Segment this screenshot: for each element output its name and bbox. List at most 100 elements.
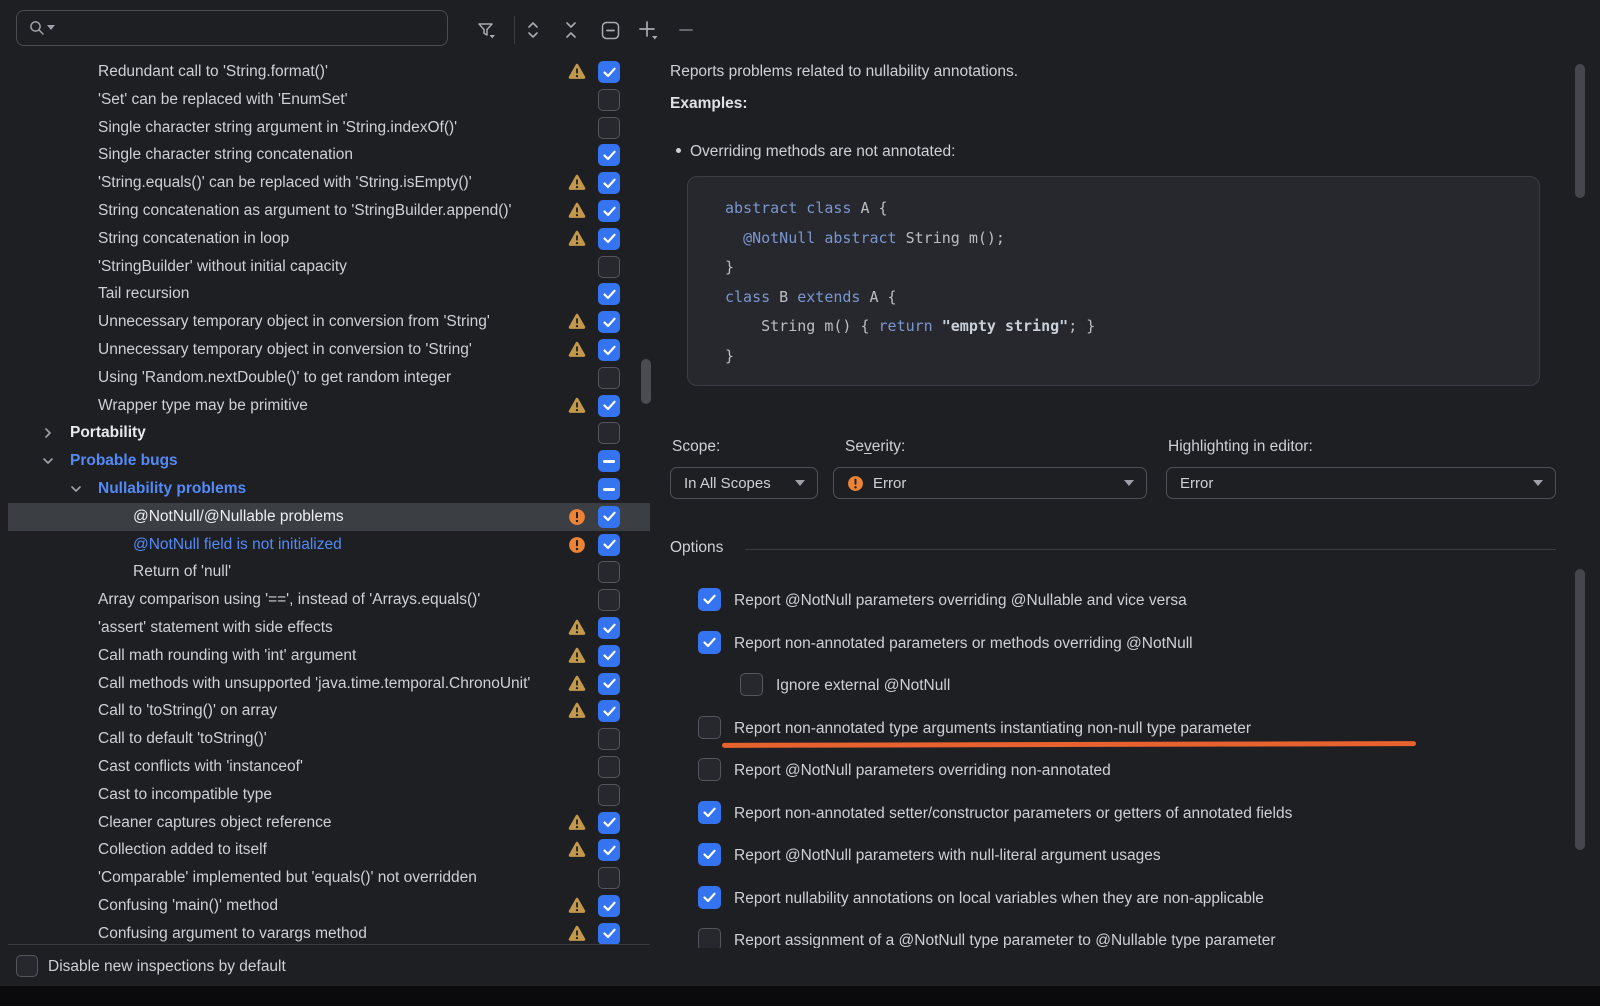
option-checkbox[interactable] xyxy=(698,928,721,948)
reset-checkbox-icon[interactable] xyxy=(595,16,625,44)
tree-row[interactable]: Array comparison using '==', instead of … xyxy=(8,586,650,614)
tree-row[interactable]: String concatenation in loop xyxy=(8,225,650,253)
description-scrollbar-thumb[interactable] xyxy=(1575,64,1585,198)
tree-row[interactable]: Call methods with unsupported 'java.time… xyxy=(8,670,650,698)
tree-row-checkbox[interactable] xyxy=(598,895,620,917)
tree-row[interactable]: Tail recursion xyxy=(8,280,650,308)
tree-row-checkbox[interactable] xyxy=(598,617,620,639)
tree-row-checkbox[interactable] xyxy=(598,700,620,722)
chevron-down-icon[interactable] xyxy=(42,455,54,467)
tree-row-checkbox[interactable] xyxy=(598,673,620,695)
tree-row[interactable]: Cleaner captures object reference xyxy=(8,809,650,837)
option-row[interactable]: Report @NotNull parameters overriding no… xyxy=(660,758,1590,782)
tree-row-checkbox[interactable] xyxy=(598,339,620,361)
chevron-down-icon[interactable] xyxy=(70,483,82,495)
option-row[interactable]: Ignore external @NotNull xyxy=(660,673,1590,697)
option-checkbox[interactable] xyxy=(740,673,763,696)
tree-row[interactable]: 'assert' statement with side effects xyxy=(8,614,650,642)
tree-row[interactable]: Call to default 'toString()' xyxy=(8,725,650,753)
filter-icon[interactable] xyxy=(471,16,501,44)
tree-row-checkbox[interactable] xyxy=(598,506,620,528)
tree-row-checkbox[interactable] xyxy=(598,283,620,305)
option-row[interactable]: Report non-annotated parameters or metho… xyxy=(660,631,1590,655)
tree-row-checkbox[interactable] xyxy=(598,172,620,194)
add-inspection-icon[interactable] xyxy=(633,16,663,44)
tree-row-checkbox[interactable] xyxy=(598,867,620,889)
scope-select[interactable]: In All Scopes xyxy=(670,467,818,499)
tree-row[interactable]: 'Set' can be replaced with 'EnumSet' xyxy=(8,86,650,114)
highlighting-select[interactable]: Error xyxy=(1166,467,1556,499)
tree-row[interactable]: 'StringBuilder' without initial capacity xyxy=(8,253,650,281)
tree-row-checkbox[interactable] xyxy=(598,144,620,166)
option-checkbox[interactable] xyxy=(698,758,721,781)
tree-row[interactable]: Return of 'null' xyxy=(8,558,650,586)
option-row[interactable]: Report assignment of a @NotNull type par… xyxy=(660,928,1590,948)
tree-row-checkbox[interactable] xyxy=(598,923,620,944)
tree-row-checkbox[interactable] xyxy=(598,728,620,750)
tree-row[interactable]: Unnecessary temporary object in conversi… xyxy=(8,308,650,336)
option-checkbox[interactable] xyxy=(698,886,721,909)
option-checkbox[interactable] xyxy=(698,801,721,824)
chevron-right-icon[interactable] xyxy=(42,427,54,439)
tree-row[interactable]: 'String.equals()' can be replaced with '… xyxy=(8,169,650,197)
tree-row[interactable]: Portability xyxy=(8,419,650,447)
tree-row-checkbox[interactable] xyxy=(598,645,620,667)
search-input[interactable] xyxy=(63,19,447,38)
tree-scrollbar-thumb[interactable] xyxy=(641,359,651,404)
tree-row[interactable]: Unnecessary temporary object in conversi… xyxy=(8,336,650,364)
tree-row-checkbox[interactable] xyxy=(598,756,620,778)
collapse-all-icon[interactable] xyxy=(556,16,586,44)
tree-row[interactable]: Cast to incompatible type xyxy=(8,781,650,809)
option-checkbox[interactable] xyxy=(698,843,721,866)
option-row[interactable]: Report non-annotated type arguments inst… xyxy=(660,716,1590,740)
tree-row-checkbox[interactable] xyxy=(598,89,620,111)
tree-row[interactable]: Single character string concatenation xyxy=(8,141,650,169)
option-checkbox[interactable] xyxy=(698,631,721,654)
tree-row-checkbox[interactable] xyxy=(598,256,620,278)
tree-row[interactable]: @NotNull/@Nullable problems xyxy=(8,503,650,531)
tree-row[interactable]: Nullability problems xyxy=(8,475,650,503)
tree-row[interactable]: Probable bugs xyxy=(8,447,650,475)
tree-row[interactable]: Single character string argument in 'Str… xyxy=(8,114,650,142)
tree-row-checkbox[interactable] xyxy=(598,478,620,500)
option-checkbox[interactable] xyxy=(698,588,721,611)
tree-row[interactable]: Confusing 'main()' method xyxy=(8,892,650,920)
tree-row-checkbox[interactable] xyxy=(598,311,620,333)
tree-row-checkbox[interactable] xyxy=(598,200,620,222)
tree-row[interactable]: Cast conflicts with 'instanceof' xyxy=(8,753,650,781)
tree-row[interactable]: Wrapper type may be primitive xyxy=(8,392,650,420)
tree-row[interactable]: Redundant call to 'String.format()' xyxy=(8,58,650,86)
tree-row-checkbox[interactable] xyxy=(598,534,620,556)
tree-row-checkbox[interactable] xyxy=(598,784,620,806)
option-row[interactable]: Report nullability annotations on local … xyxy=(660,886,1590,910)
tree-row-checkbox[interactable] xyxy=(598,367,620,389)
option-row[interactable]: Report @NotNull parameters with null-lit… xyxy=(660,843,1590,867)
option-checkbox[interactable] xyxy=(698,716,721,739)
tree-row-checkbox[interactable] xyxy=(598,839,620,861)
tree-row-checkbox[interactable] xyxy=(598,228,620,250)
severity-select[interactable]: Error xyxy=(833,467,1147,499)
tree-row-checkbox[interactable] xyxy=(598,422,620,444)
tree-row[interactable]: String concatenation as argument to 'Str… xyxy=(8,197,650,225)
tree-row[interactable]: Call to 'toString()' on array xyxy=(8,697,650,725)
tree-row-checkbox[interactable] xyxy=(598,812,620,834)
option-row[interactable]: Report @NotNull parameters overriding @N… xyxy=(660,588,1590,612)
remove-inspection-icon[interactable] xyxy=(671,16,701,44)
search-field[interactable] xyxy=(16,10,448,46)
options-scrollbar-thumb[interactable] xyxy=(1575,569,1585,850)
tree-row-checkbox[interactable] xyxy=(598,117,620,139)
tree-row[interactable]: Using 'Random.nextDouble()' to get rando… xyxy=(8,364,650,392)
search-options-caret-icon[interactable] xyxy=(47,25,55,31)
tree-row-checkbox[interactable] xyxy=(598,589,620,611)
tree-row[interactable]: Call math rounding with 'int' argument xyxy=(8,642,650,670)
tree-row-checkbox[interactable] xyxy=(598,450,620,472)
tree-row[interactable]: @NotNull field is not initialized xyxy=(8,531,650,559)
tree-row-checkbox[interactable] xyxy=(598,561,620,583)
option-row[interactable]: Report non-annotated setter/constructor … xyxy=(660,801,1590,825)
expand-all-icon[interactable] xyxy=(518,16,548,44)
tree-row[interactable]: Collection added to itself xyxy=(8,836,650,864)
tree-row[interactable]: 'Comparable' implemented but 'equals()' … xyxy=(8,864,650,892)
tree-row[interactable]: Confusing argument to varargs method xyxy=(8,920,650,944)
tree-row-checkbox[interactable] xyxy=(598,61,620,83)
disable-new-inspections-checkbox[interactable] xyxy=(16,955,38,977)
